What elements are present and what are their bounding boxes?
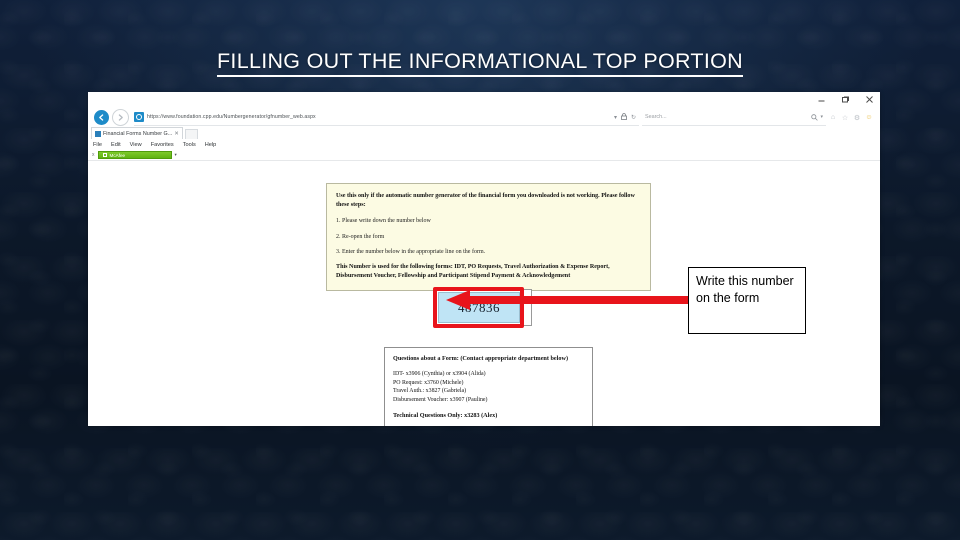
instructions-step-1: 1. Please write down the number below: [336, 218, 431, 225]
mcafee-toolbar: x McAfee ▾: [88, 150, 880, 161]
instructions-lead-text: Use this only if the automatic number ge…: [336, 193, 635, 209]
contacts-panel: Questions about a Form: (Contact appropr…: [384, 347, 593, 426]
search-input[interactable]: Search...: [645, 114, 667, 120]
mcafee-shield-icon: [102, 153, 107, 157]
smiley-feedback-icon[interactable]: ☺: [865, 114, 873, 122]
menu-item-edit[interactable]: Edit: [111, 142, 121, 148]
mcafee-button[interactable]: McAfee: [97, 151, 172, 159]
command-bar: ⌂ ☆ ⚙ ☺: [829, 114, 878, 122]
tab-close-icon[interactable]: ✕: [174, 131, 179, 137]
mcafee-close-icon[interactable]: x: [92, 152, 95, 158]
contact-line-idt: IDT- x3906 (Cynthia) or x3904 (Alida): [393, 371, 486, 377]
contacts-technical-line: Technical Questions Only: x3283 (Alex): [393, 412, 498, 420]
forward-button[interactable]: [112, 109, 129, 126]
search-box[interactable]: Search... ▾: [642, 110, 826, 126]
page-title: FILLING OUT THE INFORMATIONAL TOP PORTIO…: [0, 49, 960, 77]
tab-financial-forms-number-generator[interactable]: Financial Forms Number G... ✕: [91, 127, 183, 139]
address-bar-actions: ▾ ↻: [614, 112, 639, 122]
restore-icon[interactable]: [839, 93, 852, 106]
lock-icon: [621, 112, 627, 122]
mcafee-label: McAfee: [109, 152, 126, 158]
contact-line-po-request: PO Request: x3760 (Michele): [393, 379, 464, 386]
address-bar[interactable]: https://www.foundation.cpp.edu/Numbergen…: [134, 110, 639, 126]
instructions-footer-text: This Number is used for the following fo…: [336, 264, 610, 280]
menu-item-file[interactable]: File: [93, 142, 102, 148]
close-icon[interactable]: [863, 93, 876, 106]
browser-tab-bar: Financial Forms Number G... ✕: [88, 127, 880, 139]
refresh-icon[interactable]: ↻: [631, 114, 636, 121]
browser-navigation-bar: https://www.foundation.cpp.edu/Numbergen…: [88, 108, 880, 127]
instructions-step-2: 2. Re-open the form: [336, 233, 385, 240]
new-tab-button[interactable]: [184, 129, 198, 139]
tab-label: Financial Forms Number G...: [103, 130, 173, 137]
tab-favicon-icon: [95, 130, 101, 137]
menu-item-tools[interactable]: Tools: [183, 142, 196, 148]
minimize-icon[interactable]: [815, 93, 828, 106]
browser-titlebar: [88, 92, 880, 108]
window-controls: [815, 93, 876, 106]
contact-line-travel-auth: Travel Auth.: x3827 (Gabriela): [393, 388, 467, 395]
annotation-note-box: Write this number on the form: [688, 267, 806, 334]
page-title-text: FILLING OUT THE INFORMATIONAL TOP PORTIO…: [216, 49, 743, 77]
instructions-step-3: 3. Enter the number below in the appropr…: [336, 249, 486, 256]
search-dropdown-caret-icon[interactable]: ▾: [820, 114, 823, 120]
page-favicon-icon: [134, 112, 144, 122]
settings-gear-icon[interactable]: ⚙: [853, 114, 861, 122]
browser-menu-bar: File Edit View Favorites Tools Help: [88, 139, 880, 150]
menu-item-help[interactable]: Help: [205, 142, 217, 148]
menu-item-view[interactable]: View: [130, 142, 142, 148]
favorites-star-icon[interactable]: ☆: [841, 114, 849, 122]
mcafee-dropdown-caret-icon[interactable]: ▾: [175, 152, 177, 158]
annotation-note-text: Write this number on the form: [696, 274, 794, 305]
contact-line-disbursement-voucher: Disbursement Voucher: x3907 (Pauline): [393, 396, 488, 403]
red-highlight-box: [433, 287, 524, 328]
url-text: https://www.foundation.cpp.edu/Numbergen…: [147, 114, 316, 120]
dropdown-caret-icon[interactable]: ▾: [614, 114, 617, 121]
browser-window: https://www.foundation.cpp.edu/Numbergen…: [88, 92, 880, 426]
instructions-panel: Use this only if the automatic number ge…: [326, 183, 651, 292]
menu-item-favorites[interactable]: Favorites: [151, 142, 174, 148]
contacts-heading: Questions about a Form: (Contact appropr…: [393, 355, 569, 362]
back-button[interactable]: [94, 110, 109, 125]
home-icon[interactable]: ⌂: [829, 114, 837, 122]
search-icon[interactable]: [811, 108, 819, 126]
